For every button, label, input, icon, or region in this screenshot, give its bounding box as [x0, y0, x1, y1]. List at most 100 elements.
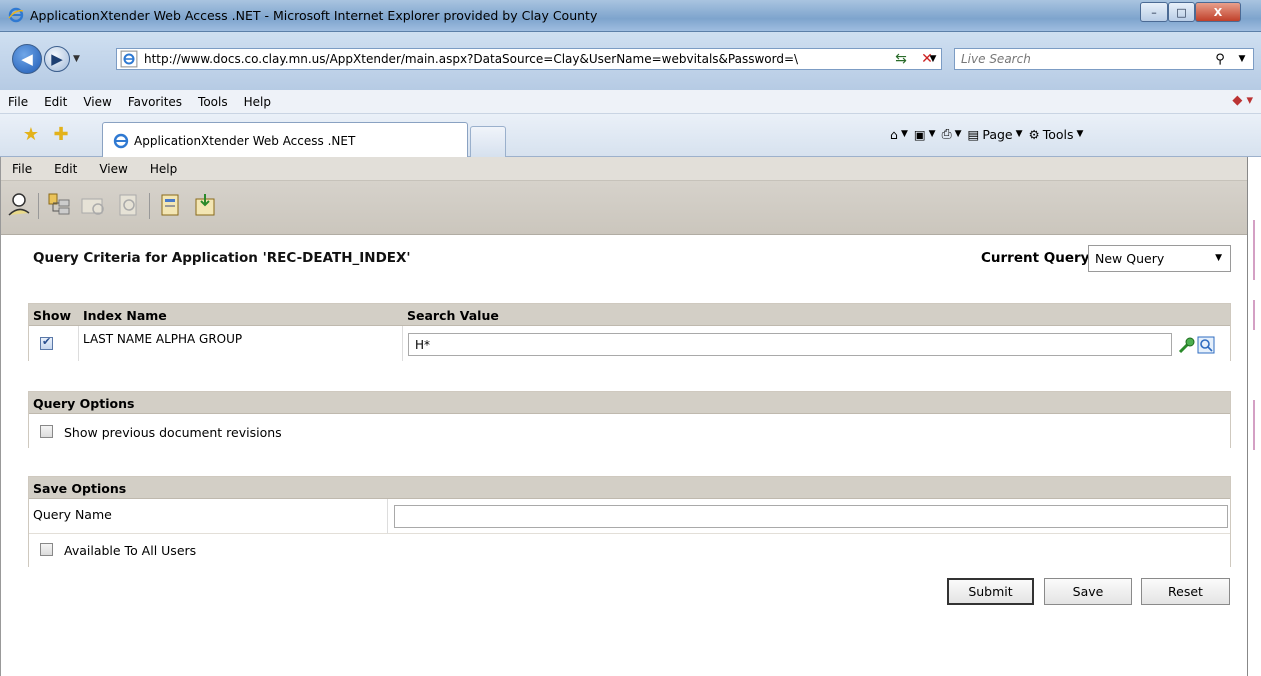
toolbar-divider	[38, 193, 39, 219]
address-bar[interactable]: http://www.docs.co.clay.mn.us/AppXtender…	[116, 48, 942, 70]
show-prev-revisions-checkbox[interactable]	[40, 425, 53, 438]
search-input[interactable]: Live Search	[955, 52, 1209, 66]
feeds-button[interactable]: ▣ ▼	[914, 127, 936, 142]
tools-menu[interactable]: ⚙ Tools ▼	[1029, 127, 1084, 142]
back-button[interactable]: ◀	[12, 44, 42, 74]
show-prev-revisions-label: Show previous document revisions	[64, 425, 282, 440]
tabs-bar: ★ ✚ ApplicationXtender Web Access .NET ⌂…	[0, 114, 1261, 158]
toolbar-divider	[149, 193, 150, 219]
query-title: Query Criteria for Application 'REC-DEAT…	[33, 250, 411, 266]
search-dropdown-icon[interactable]: ▼	[1231, 54, 1253, 64]
query-options-row: Show previous document revisions	[29, 414, 1230, 448]
forward-button[interactable]: ▶	[44, 46, 70, 72]
browser-menu-bar: File Edit View Favorites Tools Help ◆ ▾	[0, 90, 1261, 114]
gear-icon: ⚙	[1028, 126, 1040, 142]
page-menu[interactable]: ▤ Page ▼	[968, 127, 1023, 142]
current-query-value: New Query	[1095, 251, 1165, 266]
toolbar-addon-icon[interactable]: ◆ ▾	[1232, 93, 1253, 108]
submit-button[interactable]: Submit	[947, 578, 1034, 605]
back-arrow-icon: ◀	[21, 50, 33, 68]
query-name-input[interactable]	[394, 505, 1228, 528]
new-doc-icon[interactable]	[156, 191, 184, 219]
refresh-icon[interactable]: ⇆	[888, 48, 914, 70]
app-menu-view[interactable]: View	[88, 162, 138, 176]
app-menu-help[interactable]: Help	[139, 162, 188, 176]
edge-decoration	[1253, 400, 1255, 450]
cell-divider	[387, 499, 388, 534]
col-search-value: Search Value	[407, 308, 499, 323]
col-show: Show	[33, 308, 72, 323]
chevron-down-icon: ▼	[1215, 253, 1222, 263]
rss-icon: ▣	[913, 126, 926, 142]
table-row: LAST NAME ALPHA GROUP H*	[29, 326, 1230, 361]
lookup-icon[interactable]	[1197, 336, 1215, 354]
all-users-row: Available To All Users	[29, 534, 1230, 567]
menu-view[interactable]: View	[75, 95, 119, 109]
query-options-header: Query Options	[29, 392, 1230, 414]
home-button[interactable]: ⌂ ▼	[890, 127, 908, 142]
save-button[interactable]: Save	[1044, 578, 1132, 605]
print-icon: ⎙	[941, 126, 952, 141]
menu-tools[interactable]: Tools	[190, 95, 236, 109]
menu-edit[interactable]: Edit	[36, 95, 75, 109]
index-name-cell: LAST NAME ALPHA GROUP	[83, 332, 243, 346]
window-title: ApplicationXtender Web Access .NET - Mic…	[30, 8, 598, 23]
menu-favorites[interactable]: Favorites	[120, 95, 190, 109]
show-checkbox[interactable]	[40, 335, 53, 350]
login-key-icon[interactable]	[5, 191, 33, 219]
query-name-label: Query Name	[33, 507, 112, 522]
save-options-title: Save Options	[33, 481, 127, 496]
forward-arrow-icon: ▶	[51, 50, 63, 68]
home-icon: ⌂	[890, 126, 898, 142]
query-options-panel: Query Options Show previous document rev…	[28, 391, 1231, 448]
new-tab-button[interactable]	[470, 126, 506, 158]
menu-file[interactable]: File	[0, 95, 36, 109]
cell-divider	[78, 326, 79, 361]
minimize-button[interactable]: –	[1140, 2, 1168, 22]
maximize-button[interactable]: □	[1168, 2, 1195, 22]
current-query-label: Current Query:	[981, 250, 1095, 266]
doc-search-icon[interactable]	[115, 191, 143, 219]
ie-tab-icon	[113, 133, 129, 148]
favorites-star-icon[interactable]: ★	[20, 124, 42, 146]
search-value-input[interactable]: H*	[408, 333, 1172, 356]
tree-icon[interactable]	[45, 191, 73, 219]
close-button[interactable]: X	[1195, 2, 1241, 22]
add-favorite-icon[interactable]: ✚	[50, 124, 72, 146]
print-button[interactable]: ⎙ ▼	[942, 126, 962, 142]
menu-help[interactable]: Help	[236, 95, 279, 109]
ie-page-icon	[120, 50, 138, 68]
folder-search-icon[interactable]	[79, 191, 107, 219]
pick-list-icon[interactable]	[1178, 336, 1196, 354]
reset-button[interactable]: Reset	[1141, 578, 1230, 605]
command-bar: ⌂ ▼ ▣ ▼ ⎙ ▼ ▤ Page ▼ ⚙ Tools ▼	[890, 126, 1083, 142]
import-doc-icon[interactable]	[191, 191, 219, 219]
search-icon[interactable]: ⚲	[1209, 52, 1231, 67]
query-options-title: Query Options	[33, 396, 135, 411]
ie-logo-icon	[8, 7, 24, 23]
tools-label: Tools	[1042, 126, 1074, 142]
all-users-label: Available To All Users	[64, 543, 197, 558]
cell-divider	[402, 326, 403, 361]
edge-decoration	[1253, 300, 1255, 330]
save-options-header: Save Options	[29, 477, 1230, 499]
edge-decoration	[1253, 220, 1255, 280]
search-box[interactable]: Live Search ⚲ ▼	[954, 48, 1254, 70]
query-name-row: Query Name	[29, 499, 1230, 534]
app-menu-edit[interactable]: Edit	[43, 162, 88, 176]
current-query-select[interactable]: New Query ▼	[1088, 245, 1231, 272]
title-bar: ApplicationXtender Web Access .NET - Mic…	[0, 0, 1261, 32]
history-dropdown-icon[interactable]: ▼	[73, 54, 80, 64]
app-toolbar	[1, 181, 1248, 235]
all-users-checkbox[interactable]	[40, 543, 53, 556]
app-menu-file[interactable]: File	[1, 162, 43, 176]
page-icon: ▤	[967, 126, 980, 142]
url-text[interactable]: http://www.docs.co.clay.mn.us/AppXtender…	[144, 52, 925, 66]
query-criteria-table: Show Index Name Search Value LAST NAME A…	[28, 303, 1231, 361]
tab-active[interactable]: ApplicationXtender Web Access .NET	[102, 122, 468, 158]
tab-title: ApplicationXtender Web Access .NET	[134, 133, 356, 148]
app-menu-bar: File Edit View Help	[1, 157, 1248, 181]
stop-icon[interactable]: ✕	[914, 48, 940, 70]
browser-window: ApplicationXtender Web Access .NET - Mic…	[0, 0, 1261, 676]
page-label: Page	[982, 126, 1013, 142]
